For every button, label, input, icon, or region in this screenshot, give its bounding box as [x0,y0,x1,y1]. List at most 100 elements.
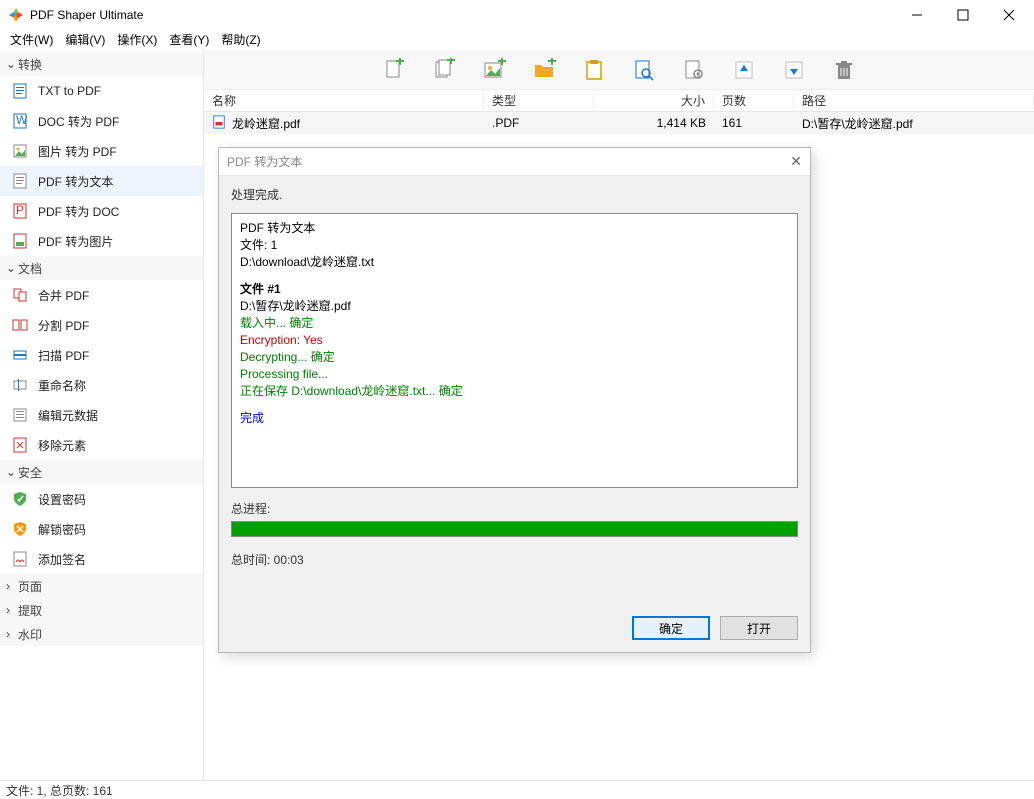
sidebar-group-watermark[interactable]: ›水印 [0,622,203,646]
cell-name: 龙岭迷窟.pdf [232,115,300,132]
scan-icon [12,347,28,363]
status-text: 文件: 1, 总页数: 161 [6,782,113,799]
sidebar-item-txt-to-pdf[interactable]: TXT to PDF [0,76,203,106]
sidebar-item-label: 编辑元数据 [38,407,98,424]
sidebar-item-split[interactable]: 分割 PDF [0,310,203,340]
pdf-doc-icon: P [12,203,28,219]
menu-bar: 文件(W) 编辑(V) 操作(X) 查看(Y) 帮助(Z) [0,30,1034,50]
remove-icon [12,437,28,453]
sidebar-item-set-password[interactable]: 设置密码 [0,484,203,514]
sidebar-item-unlock[interactable]: 解锁密码 [0,514,203,544]
preview-button[interactable] [630,56,658,84]
sidebar-group-label: 安全 [18,464,42,481]
split-icon [12,317,28,333]
title-bar: PDF Shaper Ultimate [0,0,1034,30]
file-row[interactable]: 龙岭迷窟.pdf .PDF 1,414 KB 161 D:\暂存\龙岭迷窟.pd… [204,112,1034,134]
svg-text:W: W [16,113,28,127]
ok-button[interactable]: 确定 [632,616,710,640]
sidebar-group-page[interactable]: ›页面 [0,574,203,598]
app-logo-icon [8,7,24,23]
svg-text:P: P [16,203,24,217]
menu-file[interactable]: 文件(W) [6,30,57,49]
elapsed-time: 总时间: 00:03 [231,551,798,568]
sidebar-item-pdf-to-doc[interactable]: P PDF 转为 DOC [0,196,203,226]
sidebar-group-security[interactable]: ⌄安全 [0,460,203,484]
txt-file-icon [12,83,28,99]
dialog-close-button[interactable]: ✕ [790,153,802,170]
sidebar-item-sign[interactable]: 添加签名 [0,544,203,574]
chevron-down-icon: ⌄ [6,465,18,479]
log-line: 完成 [240,410,789,427]
log-output[interactable]: PDF 转为文本 文件: 1 D:\download\龙岭迷窟.txt 文件 #… [231,213,798,488]
sidebar-item-label: 重命名称 [38,377,86,394]
menu-action[interactable]: 操作(X) [113,30,161,49]
sidebar: ⌄转换 TXT to PDF WDOC 转为 PDF 图片 转为 PDF PDF… [0,50,204,780]
progress-dialog: PDF 转为文本 ✕ 处理完成. PDF 转为文本 文件: 1 D:\downl… [218,147,811,653]
add-folder-button[interactable] [530,56,558,84]
log-line: PDF 转为文本 [240,220,789,237]
open-button[interactable]: 打开 [720,616,798,640]
cell-path: D:\暂存\龙岭迷窟.pdf [794,115,1034,132]
move-up-button[interactable] [730,56,758,84]
settings-button[interactable] [680,56,708,84]
log-line: 文件: 1 [240,237,789,254]
sidebar-item-rename[interactable]: 重命名称 [0,370,203,400]
sidebar-item-doc-to-pdf[interactable]: W DOC 转为 PDF [0,106,203,136]
sidebar-item-merge[interactable]: 合并 PDF [0,280,203,310]
sidebar-item-pdf-to-img[interactable]: PDF 转为图片 [0,226,203,256]
log-line: 正在保存 D:\download\龙岭迷窟.txt... 确定 [240,383,789,400]
sidebar-item-scan[interactable]: 扫描 PDF [0,340,203,370]
add-file-button[interactable] [380,56,408,84]
sidebar-group-label: 文档 [18,260,42,277]
move-down-button[interactable] [780,56,808,84]
maximize-button[interactable] [940,0,986,30]
sidebar-item-remove[interactable]: 移除元素 [0,430,203,460]
log-line: 文件 #1 [240,281,789,298]
image-file-icon [12,143,28,159]
sidebar-item-pdf-to-txt[interactable]: PDF 转为文本 [0,166,203,196]
sidebar-item-label: DOC 转为 PDF [38,113,119,130]
col-path[interactable]: 路径 [794,92,1034,109]
add-files-button[interactable] [430,56,458,84]
add-image-button[interactable] [480,56,508,84]
pdf-file-icon [212,115,226,132]
menu-help[interactable]: 帮助(Z) [217,30,264,49]
list-header: 名称 类型 大小 页数 路径 [204,90,1034,112]
paste-button[interactable] [580,56,608,84]
log-line: D:\download\龙岭迷窟.txt [240,254,789,271]
col-type[interactable]: 类型 [484,92,594,109]
col-pages[interactable]: 页数 [714,92,794,109]
sidebar-item-metadata[interactable]: 编辑元数据 [0,400,203,430]
sidebar-group-label: 水印 [18,626,42,643]
minimize-button[interactable] [894,0,940,30]
sidebar-group-document[interactable]: ⌄文档 [0,256,203,280]
delete-button[interactable] [830,56,858,84]
chevron-down-icon: ⌄ [6,261,18,275]
sidebar-item-label: 合并 PDF [38,287,89,304]
log-line: 载入中... 确定 [240,315,789,332]
menu-view[interactable]: 查看(Y) [165,30,213,49]
sidebar-group-extract[interactable]: ›提取 [0,598,203,622]
pdf-txt-icon [12,173,28,189]
cell-pages: 161 [714,116,794,130]
sidebar-item-label: 扫描 PDF [38,347,89,364]
sidebar-item-label: 图片 转为 PDF [38,143,117,160]
col-name[interactable]: 名称 [204,92,484,109]
log-line: Processing file... [240,366,789,383]
dialog-status-text: 处理完成. [231,186,798,203]
col-size[interactable]: 大小 [594,92,714,109]
log-line: D:\暂存\龙岭迷窟.pdf [240,298,789,315]
dialog-title: PDF 转为文本 [227,153,302,170]
signature-icon [12,551,28,567]
menu-edit[interactable]: 编辑(V) [61,30,109,49]
close-button[interactable] [986,0,1032,30]
sidebar-item-label: PDF 转为 DOC [38,203,119,220]
cell-size: 1,414 KB [594,116,714,130]
log-line: Encryption: Yes [240,332,789,349]
metadata-icon [12,407,28,423]
sidebar-item-img-to-pdf[interactable]: 图片 转为 PDF [0,136,203,166]
sidebar-group-label: 转换 [18,56,42,73]
sidebar-group-convert[interactable]: ⌄转换 [0,52,203,76]
sidebar-group-label: 提取 [18,602,42,619]
log-line: Decrypting... 确定 [240,349,789,366]
